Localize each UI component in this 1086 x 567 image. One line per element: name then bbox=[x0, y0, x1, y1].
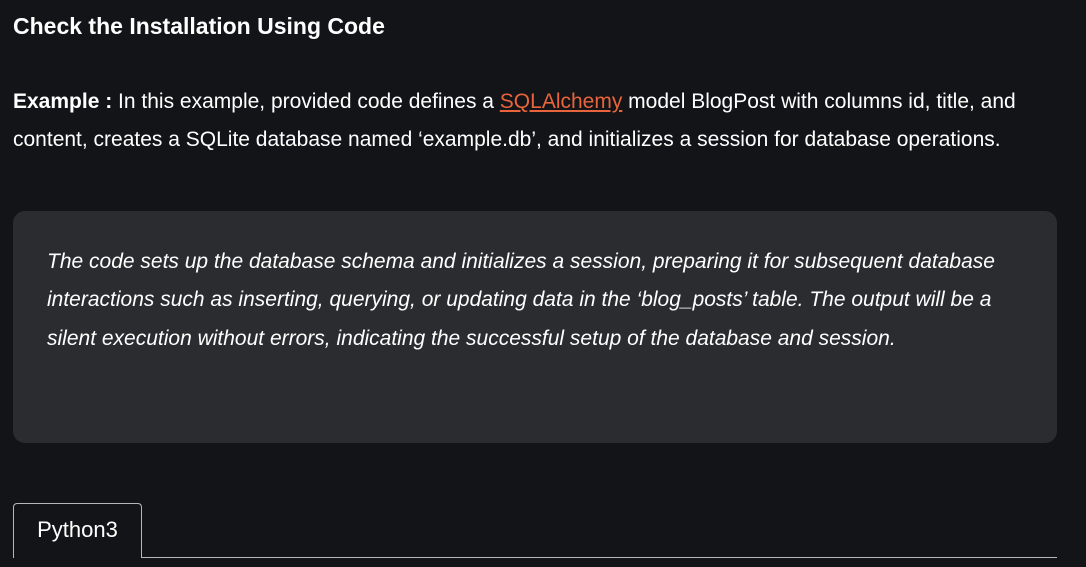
article-page: Check the Installation Using Code Exampl… bbox=[0, 0, 1086, 567]
output-callout: The code sets up the database schema and… bbox=[13, 211, 1057, 443]
code-tab-bar: Python3 bbox=[13, 503, 1057, 567]
tab-divider bbox=[141, 557, 1057, 558]
example-label: Example : bbox=[13, 90, 113, 113]
example-paragraph: Example : In this example, provided code… bbox=[13, 83, 1063, 159]
sqlalchemy-link[interactable]: SQLAlchemy bbox=[500, 90, 623, 113]
callout-text: The code sets up the database schema and… bbox=[47, 250, 995, 350]
example-text-start: In this example, provided code defines a bbox=[112, 90, 500, 113]
tab-python3[interactable]: Python3 bbox=[13, 503, 142, 558]
section-heading: Check the Installation Using Code bbox=[13, 13, 385, 39]
